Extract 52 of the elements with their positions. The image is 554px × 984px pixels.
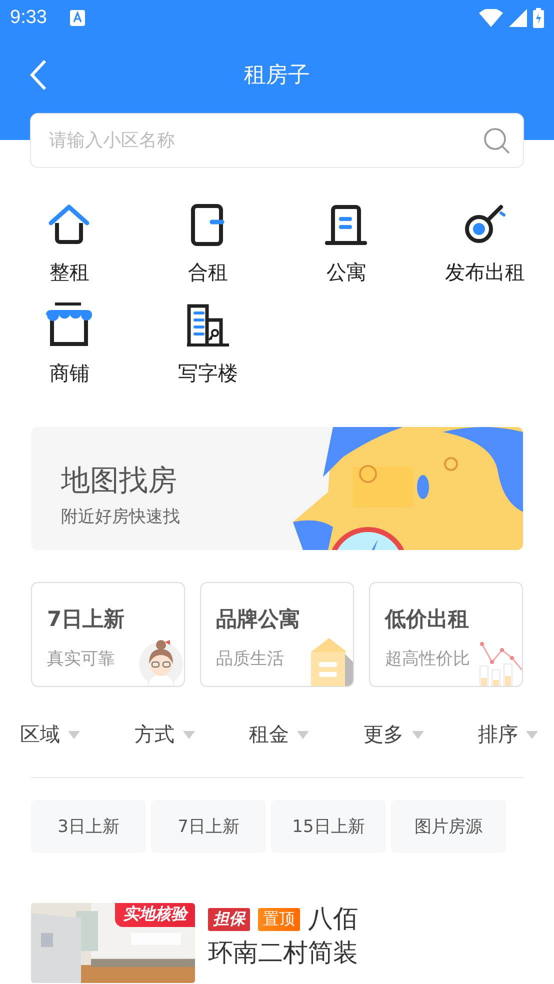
category-item[interactable]: 整租	[0, 197, 138, 286]
apartment-icon	[324, 203, 368, 247]
shop-icon	[45, 302, 94, 348]
listing-title[interactable]: 环南二村简装	[208, 937, 358, 969]
filter-dropdown[interactable]: 方式	[134, 721, 194, 748]
feature-card[interactable]: 低价出租 超高性价比	[369, 582, 523, 687]
wifi-icon	[479, 9, 503, 27]
category-item[interactable]: 合租	[138, 197, 277, 286]
search-icon[interactable]	[483, 126, 511, 154]
listing-badge: 置顶	[258, 908, 300, 930]
status-time: 9:33	[10, 7, 47, 29]
battery-icon	[533, 8, 544, 28]
filter-dropdown[interactable]: 更多	[364, 721, 424, 748]
caret-icon	[526, 730, 538, 738]
house-icon	[47, 203, 92, 247]
tag-chip[interactable]: 15日上新	[271, 800, 386, 853]
listing-badge: 担保	[208, 908, 250, 930]
banner-subtitle: 附近好房快速找	[61, 506, 181, 528]
caret-icon	[68, 730, 80, 738]
category-item[interactable]: 商铺	[0, 298, 138, 387]
card-subtitle: 品质生活	[216, 648, 285, 670]
office-building-icon	[184, 302, 231, 348]
tag-chip[interactable]: 图片房源	[391, 800, 506, 853]
filter-dropdown[interactable]: 排序	[478, 721, 538, 748]
category-item[interactable]: 写字楼	[138, 298, 277, 387]
category-item[interactable]: 发布出租	[416, 197, 554, 286]
tag-chip[interactable]: 7日上新	[151, 800, 266, 853]
verified-badge: 实地核验	[115, 903, 195, 927]
page-title: 租房子	[244, 62, 310, 90]
card-subtitle: 真实可靠	[47, 648, 116, 670]
card-title: 低价出租	[385, 606, 470, 633]
category-item[interactable]: 公寓	[277, 197, 416, 286]
filter-dropdown[interactable]: 租金	[249, 721, 309, 748]
banner-title: 地图找房	[61, 462, 178, 499]
caret-icon	[297, 730, 309, 738]
card-title: 品牌公寓	[216, 606, 301, 633]
feature-card[interactable]: 品牌公寓 品质生活	[200, 582, 354, 687]
keyboard-icon	[70, 10, 85, 26]
filter-dropdown[interactable]: 区域	[20, 721, 80, 748]
signal-icon	[509, 9, 527, 27]
map-banner[interactable]: 地图找房 附近好房快速找	[31, 427, 523, 550]
search-bar[interactable]: 请输入小区名称	[31, 114, 523, 167]
feature-card[interactable]: 7日上新 真实可靠	[31, 582, 185, 687]
caret-icon	[412, 730, 424, 738]
caret-icon	[182, 730, 194, 738]
bar-chart-drawing	[478, 640, 522, 686]
card-title: 7日上新	[47, 606, 126, 633]
building-drawing	[309, 638, 353, 686]
card-subtitle: 超高性价比	[385, 648, 471, 670]
tag-chip[interactable]: 3日上新	[31, 800, 146, 853]
search-field[interactable]: 请输入小区名称	[47, 129, 483, 152]
listing-title[interactable]: 八佰	[308, 903, 358, 935]
